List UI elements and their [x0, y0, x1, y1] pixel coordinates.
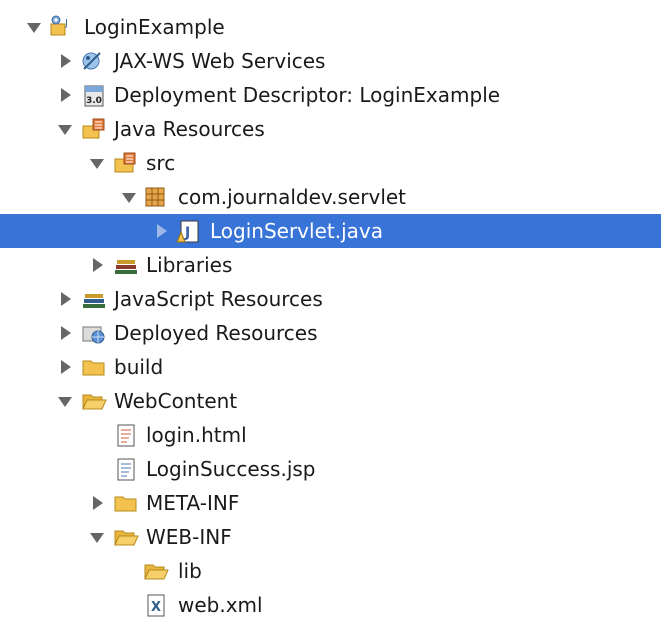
tree-item-loginservlet-java[interactable]: J LoginServlet.java	[0, 214, 661, 248]
tree-item-javascript-resources[interactable]: JavaScript Resources	[0, 282, 661, 316]
twistie-expanded-icon[interactable]	[57, 393, 73, 409]
tree-item-webcontent[interactable]: WebContent	[0, 384, 661, 418]
tree-item-label: Libraries	[146, 253, 233, 277]
html-file-icon	[117, 424, 135, 447]
web-services-icon	[82, 52, 101, 70]
tree-item-jaxws[interactable]: JAX-WS Web Services	[0, 44, 661, 78]
tree-item-package[interactable]: com.journaldev.servlet	[0, 180, 661, 214]
twistie-collapsed-icon[interactable]	[57, 359, 73, 375]
tree-item-loginsuccess-jsp[interactable]: LoginSuccess.jsp	[0, 452, 661, 486]
twistie-collapsed-icon[interactable]	[57, 291, 73, 307]
project-explorer-tree: J LoginExample JAX-WS Web Services 3.0 D…	[0, 0, 661, 627]
tree-item-label: web.xml	[178, 593, 263, 617]
tree-item-libraries[interactable]: Libraries	[0, 248, 661, 282]
twistie-expanded-icon[interactable]	[89, 155, 105, 171]
tree-item-label: Deployed Resources	[114, 321, 318, 345]
tree-item-deployment-descriptor[interactable]: 3.0 Deployment Descriptor: LoginExample	[0, 78, 661, 112]
deployment-descriptor-icon: 3.0	[84, 85, 104, 107]
twistie-collapsed-icon[interactable]	[57, 87, 73, 103]
twistie-collapsed-icon[interactable]	[89, 495, 105, 511]
tree-item-label: login.html	[146, 423, 247, 447]
tree-item-deployed-resources[interactable]: Deployed Resources	[0, 316, 661, 350]
tree-item-label: LoginSuccess.jsp	[146, 457, 316, 481]
twistie-expanded-icon[interactable]	[89, 529, 105, 545]
tree-item-lib[interactable]: lib	[0, 554, 661, 588]
tree-item-src[interactable]: src	[0, 146, 661, 180]
java-file-icon: J	[176, 220, 199, 243]
tree-item-label: JAX-WS Web Services	[114, 49, 326, 73]
java-web-project-icon: J	[50, 15, 68, 36]
tree-item-login-html[interactable]: login.html	[0, 418, 661, 452]
tree-item-label: com.journaldev.servlet	[178, 185, 407, 209]
twistie-expanded-icon[interactable]	[57, 121, 73, 137]
libraries-icon	[83, 294, 105, 308]
open-folder-icon	[114, 530, 139, 546]
tree-item-label: src	[146, 151, 176, 175]
svg-text:J: J	[184, 225, 190, 241]
tree-item-java-resources[interactable]: Java Resources	[0, 112, 661, 146]
tree-item-label: META-INF	[146, 491, 240, 515]
tree-item-web-inf[interactable]: WEB-INF	[0, 520, 661, 554]
open-folder-icon	[82, 394, 107, 410]
tree-item-label: LoginExample	[84, 15, 225, 39]
folder-icon	[114, 496, 137, 512]
folder-icon	[144, 564, 169, 580]
tree-item-label: WebContent	[114, 389, 238, 413]
tree-item-build[interactable]: build	[0, 350, 661, 384]
twistie-collapsed-icon[interactable]	[89, 257, 105, 273]
twistie-collapsed-icon[interactable]	[153, 223, 169, 239]
source-folder-icon	[114, 152, 136, 173]
java-resources-icon	[82, 118, 105, 139]
tree-item-label: lib	[178, 559, 202, 583]
deployed-resources-icon	[82, 326, 105, 344]
tree-item-label: LoginServlet.java	[210, 219, 383, 243]
tree-item-label: Deployment Descriptor: LoginExample	[114, 83, 501, 107]
tree-item-label: JavaScript Resources	[114, 287, 323, 311]
twistie-collapsed-icon[interactable]	[57, 53, 73, 69]
folder-icon	[82, 360, 105, 376]
twistie-collapsed-icon[interactable]	[57, 325, 73, 341]
package-icon	[145, 187, 165, 207]
svg-text:X: X	[151, 600, 161, 615]
svg-text:J: J	[64, 18, 68, 29]
twistie-expanded-icon[interactable]	[121, 189, 137, 205]
svg-text:3.0: 3.0	[86, 96, 102, 106]
tree-item-label: Java Resources	[114, 117, 265, 141]
libraries-icon	[115, 260, 137, 274]
tree-item-web-xml[interactable]: X web.xml	[0, 588, 661, 622]
jsp-file-icon	[117, 458, 135, 481]
tree-item-label: build	[114, 355, 164, 379]
twistie-expanded-icon[interactable]	[26, 19, 42, 35]
tree-item-label: WEB-INF	[146, 525, 232, 549]
tree-item-meta-inf[interactable]: META-INF	[0, 486, 661, 520]
xml-file-icon: X	[147, 594, 165, 617]
tree-item-loginexample[interactable]: J LoginExample	[0, 10, 661, 44]
